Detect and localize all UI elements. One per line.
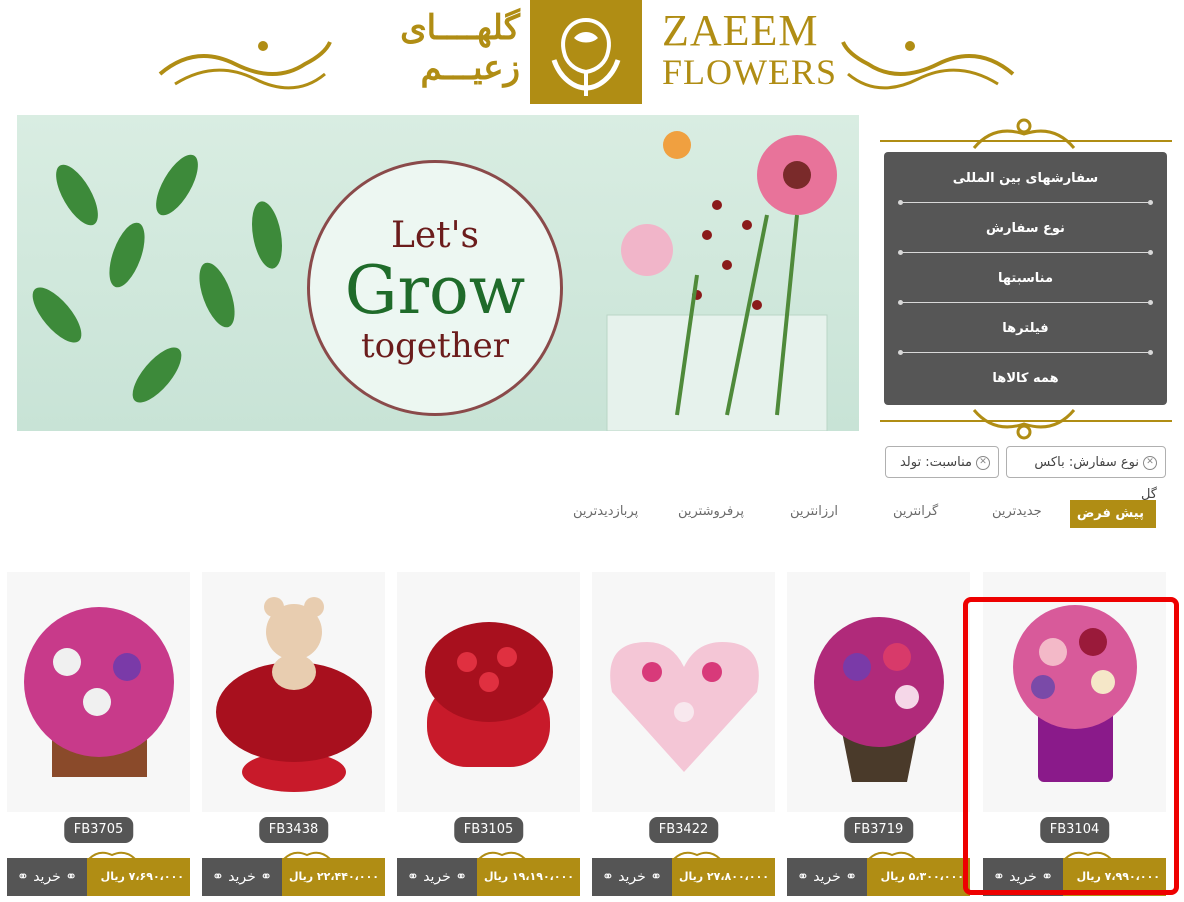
menu-item-order-type[interactable]: نوع سفارش <box>884 204 1167 254</box>
buy-button[interactable]: ⚭ خرید ⚭ <box>592 858 672 896</box>
product-action-bar: ⚭ خرید ⚭ ۲۲،۴۴۰،۰۰۰ ریال <box>202 851 385 896</box>
sort-newest[interactable]: جدیدترین <box>992 504 1042 519</box>
banner-slogan: Let's Grow together <box>307 160 563 416</box>
currency-label: ریال <box>483 870 509 883</box>
product-action-bar: ⚭ خرید ⚭ ۷،۶۹۰،۰۰۰ ریال <box>7 851 190 896</box>
right-ornament <box>841 41 1015 90</box>
buy-button[interactable]: ⚭ خرید ⚭ <box>397 858 477 896</box>
menu-divider <box>898 300 1153 305</box>
rose-icon <box>551 17 621 96</box>
product-price: ۲۲،۴۴۰،۰۰۰ ریال <box>289 858 379 896</box>
brand-fa-line2: زعیـــم <box>420 48 520 88</box>
buy-label: خرید <box>423 869 451 885</box>
product-card[interactable]: FB3422 ⚭ خرید ⚭ ۲۷،۸۰۰،۰۰۰ ریال <box>592 572 775 902</box>
product-code: FB3705 <box>63 817 134 843</box>
product-code: FB3422 <box>648 817 719 843</box>
buy-label: خرید <box>618 869 646 885</box>
product-image[interactable] <box>397 572 580 812</box>
menu-item-all-products[interactable]: همه کالاها <box>884 354 1167 404</box>
flower-vase-image <box>606 131 837 431</box>
menu-divider <box>898 250 1153 255</box>
price-value: ۱۹،۱۹۰،۰۰۰ <box>511 870 574 883</box>
product-card[interactable]: FB3705 ⚭ خرید ⚭ ۷،۶۹۰،۰۰۰ ریال <box>7 572 190 902</box>
leaf-decoration <box>32 154 282 403</box>
menu-item-international-orders[interactable]: سفارشهای بین المللی <box>884 154 1167 204</box>
price-value: ۲۷،۸۰۰،۰۰۰ <box>706 870 769 883</box>
product-price: ۷،۶۹۰،۰۰۰ ریال <box>101 858 184 896</box>
filter-chip-label: نوع سفارش: باکس گل <box>1034 455 1157 502</box>
product-card[interactable]: FB3105 ⚭ خرید ⚭ ۱۹،۱۹۰،۰۰۰ ریال <box>397 572 580 902</box>
buy-button[interactable]: ⚭ خرید ⚭ <box>787 858 867 896</box>
english-brand-name: ZAEEM FLOWERS <box>662 6 862 92</box>
left-ornament <box>158 41 332 90</box>
product-card[interactable]: FB3438 ⚭ خرید ⚭ ۲۲،۴۴۰،۰۰۰ ریال <box>202 572 385 902</box>
product-image[interactable] <box>592 572 775 812</box>
remove-filter-icon[interactable]: ✕ <box>1143 455 1157 470</box>
menu-bottom-ornament <box>972 409 1076 440</box>
price-value: ۷،۶۹۰،۰۰۰ <box>128 870 184 883</box>
buy-label: خرید <box>228 869 256 885</box>
product-code: FB3105 <box>453 817 524 843</box>
sort-most-expensive[interactable]: گرانترین <box>893 504 938 519</box>
currency-label: ریال <box>880 870 905 883</box>
menu-divider <box>898 200 1153 205</box>
filter-chip-label: مناسبت: تولد <box>899 455 972 470</box>
product-action-bar: ⚭ خرید ⚭ ۱۹،۱۹۰،۰۰۰ ریال <box>397 851 580 896</box>
remove-filter-icon[interactable]: ✕ <box>976 455 990 470</box>
product-price: ۱۹،۱۹۰،۰۰۰ ریال <box>484 858 574 896</box>
menu-item-occasions[interactable]: مناسبتها <box>884 254 1167 304</box>
filter-chip-order-type[interactable]: ✕نوع سفارش: باکس گل <box>1006 446 1166 502</box>
product-image[interactable] <box>787 572 970 812</box>
product-price: ۵،۳۰۰،۰۰۰ ریال <box>881 858 964 896</box>
brand-en-line1: ZAEEM <box>662 6 819 55</box>
product-image[interactable] <box>7 572 190 812</box>
slogan-line3: together <box>361 326 509 366</box>
selection-highlight <box>963 597 1179 895</box>
filter-chip-occasion[interactable]: ✕ مناسبت: تولد <box>885 446 999 478</box>
slogan-line2: Grow <box>344 252 526 329</box>
brand-en-line2: FLOWERS <box>662 52 838 92</box>
slogan-line1: Let's <box>390 215 480 256</box>
product-action-bar: ⚭ خرید ⚭ ۲۷،۸۰۰،۰۰۰ ریال <box>592 851 775 896</box>
buy-label: خرید <box>33 869 61 885</box>
product-card[interactable]: FB3719 ⚭ خرید ⚭ ۵،۳۰۰،۰۰۰ ریال <box>787 572 970 902</box>
product-action-bar: ⚭ خرید ⚭ ۵،۳۰۰،۰۰۰ ریال <box>787 851 970 896</box>
sort-best-selling[interactable]: پرفروشترین <box>678 504 744 519</box>
product-code: FB3719 <box>843 817 914 843</box>
menu-divider <box>898 350 1153 355</box>
category-menu: سفارشهای بین المللی نوع سفارش مناسبتها ف… <box>884 152 1167 405</box>
buy-button[interactable]: ⚭ خرید ⚭ <box>7 858 87 896</box>
rose-logo[interactable] <box>530 0 642 104</box>
sort-cheapest[interactable]: ارزانترین <box>790 504 838 519</box>
currency-label: ریال <box>288 870 314 883</box>
product-code: FB3438 <box>258 817 329 843</box>
menu-item-filters[interactable]: فیلترها <box>884 304 1167 354</box>
sort-most-viewed[interactable]: پربازدیدترین <box>573 504 638 519</box>
currency-label: ریال <box>100 870 125 883</box>
price-value: ۵،۳۰۰،۰۰۰ <box>908 870 964 883</box>
price-value: ۲۲،۴۴۰،۰۰۰ <box>316 870 379 883</box>
buy-label: خرید <box>813 869 841 885</box>
persian-brand-name: گلهــــای زعیـــم <box>350 8 520 94</box>
brand-fa-line1: گلهــــای <box>400 8 520 48</box>
currency-label: ریال <box>678 870 704 883</box>
product-image[interactable] <box>202 572 385 812</box>
sort-default[interactable]: پیش فرض <box>1070 500 1156 528</box>
hero-banner[interactable]: Let's Grow together <box>17 115 859 431</box>
buy-button[interactable]: ⚭ خرید ⚭ <box>202 858 282 896</box>
product-price: ۲۷،۸۰۰،۰۰۰ ریال <box>679 858 769 896</box>
